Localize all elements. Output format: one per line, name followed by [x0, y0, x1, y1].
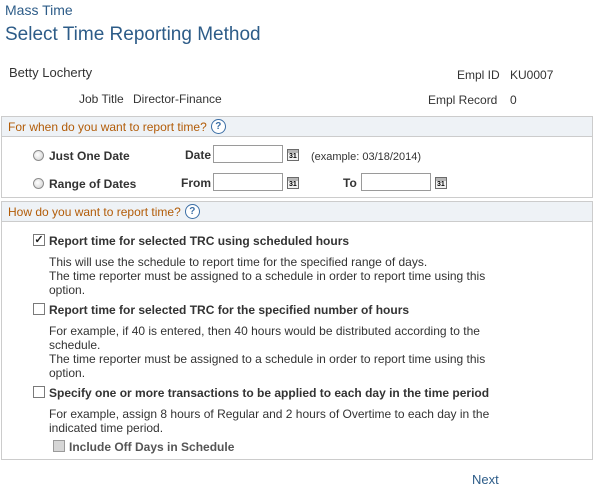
from-date-input[interactable] [213, 173, 283, 191]
when-section-header: For when do you want to report time?? [2, 117, 592, 137]
just-one-date-radio[interactable] [33, 150, 44, 161]
multiple-transactions-description: For example, assign 8 hours of Regular a… [49, 407, 519, 435]
when-section-title: For when do you want to report time? [8, 120, 207, 134]
range-of-dates-label[interactable]: Range of Dates [49, 177, 136, 191]
multiple-transactions-checkbox[interactable] [33, 386, 45, 398]
calendar-icon[interactable]: 31 [435, 177, 447, 189]
calendar-icon-text: 31 [437, 181, 445, 188]
empl-id-value: KU0007 [510, 68, 554, 82]
date-example-text: (example: 03/18/2014) [311, 151, 422, 163]
calendar-icon[interactable]: 31 [287, 149, 299, 161]
date-input[interactable] [213, 145, 283, 163]
help-icon[interactable]: ? [210, 119, 226, 135]
range-of-dates-radio[interactable] [33, 178, 44, 189]
scheduled-hours-checkbox[interactable]: ✓ [33, 234, 45, 246]
how-section-header: How do you want to report time?? [2, 202, 592, 222]
description-line: The time reporter must be assigned to a … [49, 352, 486, 380]
next-link[interactable]: Next [472, 472, 499, 487]
scheduled-hours-description: This will use the schedule to report tim… [49, 255, 519, 297]
multiple-transactions-label[interactable]: Specify one or more transactions to be a… [49, 386, 489, 400]
description-line: The time reporter must be assigned to a … [49, 269, 486, 297]
specified-hours-checkbox[interactable] [33, 303, 45, 315]
empl-record-label: Empl Record [428, 93, 498, 107]
scheduled-hours-label[interactable]: Report time for selected TRC using sched… [49, 234, 349, 248]
just-one-date-label[interactable]: Just One Date [49, 149, 130, 163]
to-label: To [343, 176, 357, 190]
job-title-value: Director-Finance [133, 92, 222, 106]
include-off-days-checkbox [53, 440, 65, 452]
calendar-icon-text: 31 [289, 181, 297, 188]
calendar-icon-text: 31 [289, 153, 297, 160]
to-date-input[interactable] [361, 173, 431, 191]
description-line: This will use the schedule to report tim… [49, 255, 428, 269]
employee-name: Betty Locherty [9, 65, 93, 80]
job-title-label: Job Title [79, 92, 124, 106]
empl-id-label: Empl ID [457, 68, 500, 82]
specified-hours-description: For example, if 40 is entered, then 40 h… [49, 324, 519, 380]
description-line: For example, assign 8 hours of Regular a… [49, 407, 490, 435]
include-off-days-label: Include Off Days in Schedule [69, 440, 235, 454]
from-label: From [181, 176, 211, 190]
date-label: Date [185, 148, 212, 162]
description-line: For example, if 40 is entered, then 40 h… [49, 324, 480, 352]
how-section-title: How do you want to report time? [8, 205, 181, 219]
breadcrumb[interactable]: Mass Time [5, 2, 73, 18]
empl-record-value: 0 [510, 93, 517, 107]
page-title: Select Time Reporting Method [5, 24, 261, 45]
specified-hours-label[interactable]: Report time for selected TRC for the spe… [49, 303, 409, 317]
help-icon[interactable]: ? [184, 204, 200, 220]
calendar-icon[interactable]: 31 [287, 177, 299, 189]
